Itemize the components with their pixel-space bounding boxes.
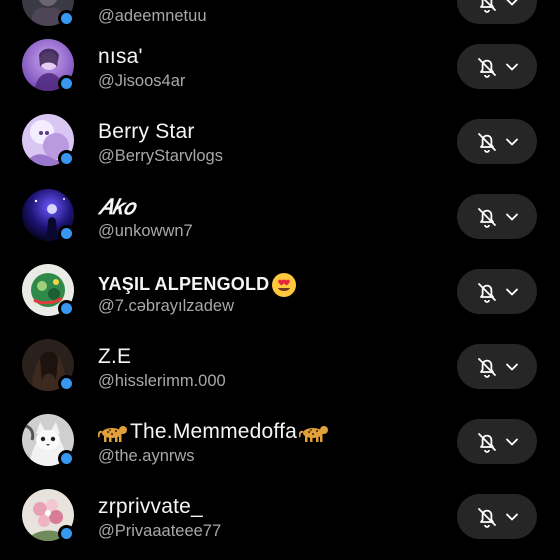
bell-off-icon xyxy=(478,57,496,78)
bell-off-icon xyxy=(478,207,496,228)
chevron-down-icon xyxy=(506,213,518,220)
user-name: 𝐴𝑘𝑜 xyxy=(98,195,136,219)
bell-off-icon xyxy=(478,357,496,378)
user-name: zrprivvate_ xyxy=(98,495,203,518)
user-handle: @7.cəbrayılzadew xyxy=(98,297,234,315)
chevron-down-icon xyxy=(506,138,518,145)
chevron-down-icon xyxy=(506,438,518,445)
avatar[interactable] xyxy=(22,489,76,543)
notification-settings-button[interactable] xyxy=(457,419,537,464)
avatar[interactable] xyxy=(22,264,76,318)
online-indicator xyxy=(58,10,75,27)
user-handle: @the.aynrws xyxy=(98,447,195,465)
user-name: Z.E xyxy=(98,345,132,368)
bell-off-icon xyxy=(478,507,496,528)
user-name: YAŞIL ALPENGOLD xyxy=(98,272,297,298)
online-indicator xyxy=(58,525,75,542)
user-name: The.Memmedoffa xyxy=(98,420,329,444)
online-indicator xyxy=(58,300,75,317)
avatar[interactable] xyxy=(22,0,76,28)
chevron-down-icon xyxy=(506,513,518,520)
online-indicator xyxy=(58,375,75,392)
notification-settings-button[interactable] xyxy=(457,44,537,89)
user-name-text: YAŞIL ALPENGOLD xyxy=(98,273,270,294)
chevron-down-icon xyxy=(506,288,518,295)
leopard-emoji-icon xyxy=(98,426,127,443)
user-row[interactable]: YAŞIL ALPENGOLD @7.cəbrayılzadew xyxy=(0,252,560,327)
heart-eyes-emoji-icon xyxy=(272,273,297,297)
user-handle: @BerryStarvlogs xyxy=(98,147,223,165)
user-row[interactable]: Z.E @hisslerimm.000 xyxy=(0,327,560,402)
avatar[interactable] xyxy=(22,414,76,468)
chevron-down-icon xyxy=(506,0,518,5)
bell-off-icon xyxy=(480,0,496,13)
user-row[interactable]: zrprivvate_ @Privaaateee77 xyxy=(0,477,560,552)
notification-settings-button[interactable] xyxy=(457,269,537,314)
chevron-down-icon xyxy=(506,363,518,370)
user-row[interactable]: 𝐴𝑘𝑜 @unkowwn7 xyxy=(0,177,560,252)
avatar[interactable] xyxy=(22,189,76,243)
user-handle: @Privaaateee77 xyxy=(98,522,222,540)
notification-settings-button[interactable] xyxy=(457,344,537,389)
user-row[interactable]: The.Memmedoffa @the.aynrws xyxy=(0,402,560,477)
avatar[interactable] xyxy=(22,114,76,168)
online-indicator xyxy=(58,150,75,167)
user-name: Berry Star xyxy=(98,120,195,143)
online-indicator xyxy=(58,225,75,242)
bell-off-icon xyxy=(478,432,496,453)
notification-settings-button[interactable] xyxy=(457,0,537,24)
user-handle: @hisslerimm.000 xyxy=(98,372,226,390)
online-indicator xyxy=(58,450,75,467)
notification-settings-button[interactable] xyxy=(457,119,537,164)
user-handle: @unkowwn7 xyxy=(98,222,193,240)
following-list: @adeemnetuu nısa' @Jisoos4ar Berry Star xyxy=(0,0,560,560)
notification-settings-button[interactable] xyxy=(457,494,537,539)
leopard-emoji-icon xyxy=(299,426,328,443)
user-name-text: The.Memmedoffa xyxy=(130,420,297,443)
bell-off-icon xyxy=(478,282,496,303)
user-handle: @adeemnetuu xyxy=(98,7,207,25)
avatar[interactable] xyxy=(22,339,76,393)
bell-off-icon xyxy=(478,132,496,153)
user-handle: @Jisoos4ar xyxy=(98,72,186,90)
chevron-down-icon xyxy=(506,63,518,70)
online-indicator xyxy=(58,75,75,92)
user-row[interactable]: nısa' @Jisoos4ar xyxy=(0,27,560,102)
avatar[interactable] xyxy=(22,39,76,93)
notification-settings-button[interactable] xyxy=(457,194,537,239)
user-row[interactable]: Berry Star @BerryStarvlogs xyxy=(0,102,560,177)
user-name: nısa' xyxy=(98,45,143,68)
